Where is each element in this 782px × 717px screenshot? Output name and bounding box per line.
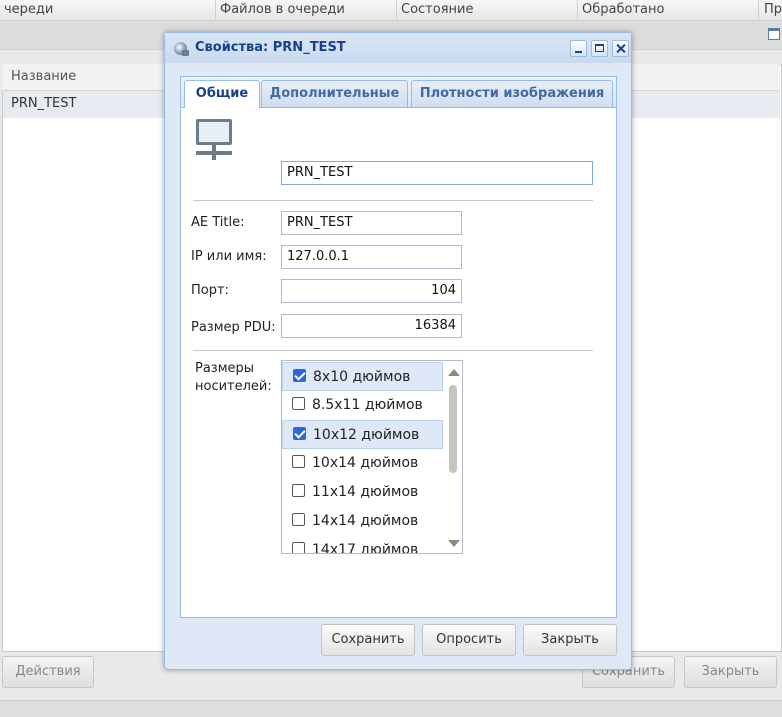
window-icon <box>174 42 189 56</box>
media-size-label: 11x14 дюймов <box>312 484 419 500</box>
media-size-label: 10x12 дюймов <box>313 427 420 443</box>
media-size-label: 8.5x11 дюймов <box>312 397 423 413</box>
properties-dialog: Свойства: PRN_TEST Общие Дополнительные … <box>164 32 632 670</box>
tab-strip: Общие Дополнительные Плотности изображен… <box>181 77 616 108</box>
column-header-processed[interactable]: Обработано <box>578 0 759 20</box>
column-header-queue[interactable]: череди <box>0 0 216 20</box>
checkbox-icon[interactable] <box>292 484 305 497</box>
media-sizes-label-line1: Размеры <box>195 361 255 376</box>
list-item[interactable]: 11x14 дюймов <box>282 478 443 507</box>
close-button[interactable]: Закрыть <box>523 624 617 656</box>
divider <box>193 200 593 201</box>
status-bar <box>0 700 782 717</box>
checkbox-icon[interactable] <box>293 369 306 382</box>
list-item[interactable]: 10x12 дюймов <box>282 420 443 449</box>
printer-name-cell: PRN_TEST <box>11 96 77 111</box>
scroll-up-icon[interactable] <box>448 369 460 376</box>
save-button[interactable]: Сохранить <box>321 624 415 656</box>
column-header-name: Название <box>11 69 77 84</box>
media-size-label: 14x14 дюймов <box>312 513 419 529</box>
minimize-icon[interactable] <box>570 40 587 57</box>
background-grid-header: череди Файлов в очереди Состояние Обрабо… <box>0 0 782 21</box>
close-icon[interactable] <box>612 40 629 57</box>
divider <box>193 350 593 351</box>
column-header-more[interactable]: Пр <box>760 0 782 20</box>
ae-title-input[interactable]: PRN_TEST <box>281 211 462 235</box>
tab-general[interactable]: Общие <box>184 80 260 108</box>
list-scrollbar[interactable] <box>445 361 462 553</box>
actions-button[interactable]: Действия <box>2 656 94 688</box>
tab-image-densities[interactable]: Плотности изображения <box>411 80 613 107</box>
maximize-icon[interactable] <box>591 40 608 57</box>
column-header-files-in-queue[interactable]: Файлов в очереди <box>216 0 397 20</box>
media-size-label: 10x14 дюймов <box>312 455 419 471</box>
checkbox-icon[interactable] <box>292 455 305 468</box>
list-item[interactable]: 10x14 дюймов <box>282 449 443 478</box>
ip-label: IP или имя: <box>191 249 267 264</box>
checkbox-icon[interactable] <box>293 427 306 440</box>
printer-monitor-icon <box>196 119 232 160</box>
background-close-button[interactable]: Закрыть <box>684 656 777 688</box>
list-item[interactable]: 8x10 дюймов <box>282 362 443 391</box>
pdu-size-label: Размер PDU: <box>191 320 276 335</box>
dialog-body: Общие Дополнительные Плотности изображен… <box>180 76 617 618</box>
list-item[interactable]: 14x14 дюймов <box>282 507 443 536</box>
checkbox-icon[interactable] <box>292 397 305 410</box>
ae-title-label: AE Title: <box>191 215 245 230</box>
checkbox-icon[interactable] <box>292 513 305 526</box>
scroll-thumb[interactable] <box>449 385 457 473</box>
pdu-size-input[interactable]: 16384 <box>281 314 462 338</box>
media-sizes-label-line2: носителей: <box>195 379 272 394</box>
port-label: Порт: <box>191 283 229 298</box>
media-size-label: 14x17 дюймов <box>312 542 419 554</box>
printer-name-input[interactable]: PRN_TEST <box>281 161 593 185</box>
port-input[interactable]: 104 <box>281 279 462 303</box>
dialog-titlebar[interactable]: Свойства: PRN_TEST <box>165 33 631 63</box>
maximize-icon[interactable] <box>768 28 780 40</box>
query-button[interactable]: Опросить <box>422 624 516 656</box>
column-header-state[interactable]: Состояние <box>397 0 578 20</box>
scroll-down-icon[interactable] <box>448 540 460 547</box>
list-item[interactable]: 14x17 дюймов <box>282 536 443 554</box>
tab-advanced[interactable]: Дополнительные <box>261 80 408 107</box>
checkbox-icon[interactable] <box>292 542 305 553</box>
list-item[interactable]: 8.5x11 дюймов <box>282 391 443 420</box>
ip-input[interactable]: 127.0.0.1 <box>281 245 462 269</box>
media-sizes-list[interactable]: 8x10 дюймов 8.5x11 дюймов 10x12 дюймов 1… <box>281 360 463 554</box>
dialog-title: Свойства: PRN_TEST <box>195 40 346 55</box>
media-size-label: 8x10 дюймов <box>313 369 411 385</box>
